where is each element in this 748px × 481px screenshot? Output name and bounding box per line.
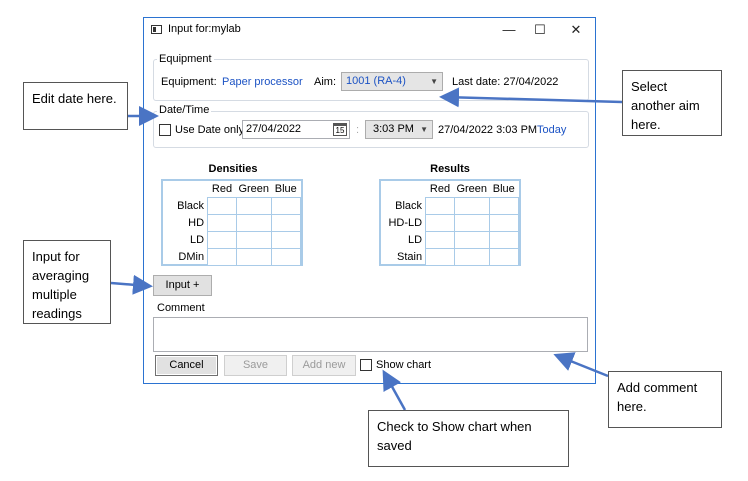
callout-add-comment: Add comment here. <box>608 371 722 428</box>
callout-select-aim: Select another aim here. <box>622 70 722 136</box>
callout-input-averaging: Input for averaging multiple readings <box>23 240 111 324</box>
arrow-input-plus <box>110 274 153 295</box>
callout-show-chart: Check to Show chart when saved <box>368 410 569 467</box>
arrow-add-comment <box>553 352 609 378</box>
arrow-select-aim <box>439 87 623 108</box>
callout-edit-date: Edit date here. <box>23 82 128 130</box>
arrow-show-chart <box>382 369 407 411</box>
